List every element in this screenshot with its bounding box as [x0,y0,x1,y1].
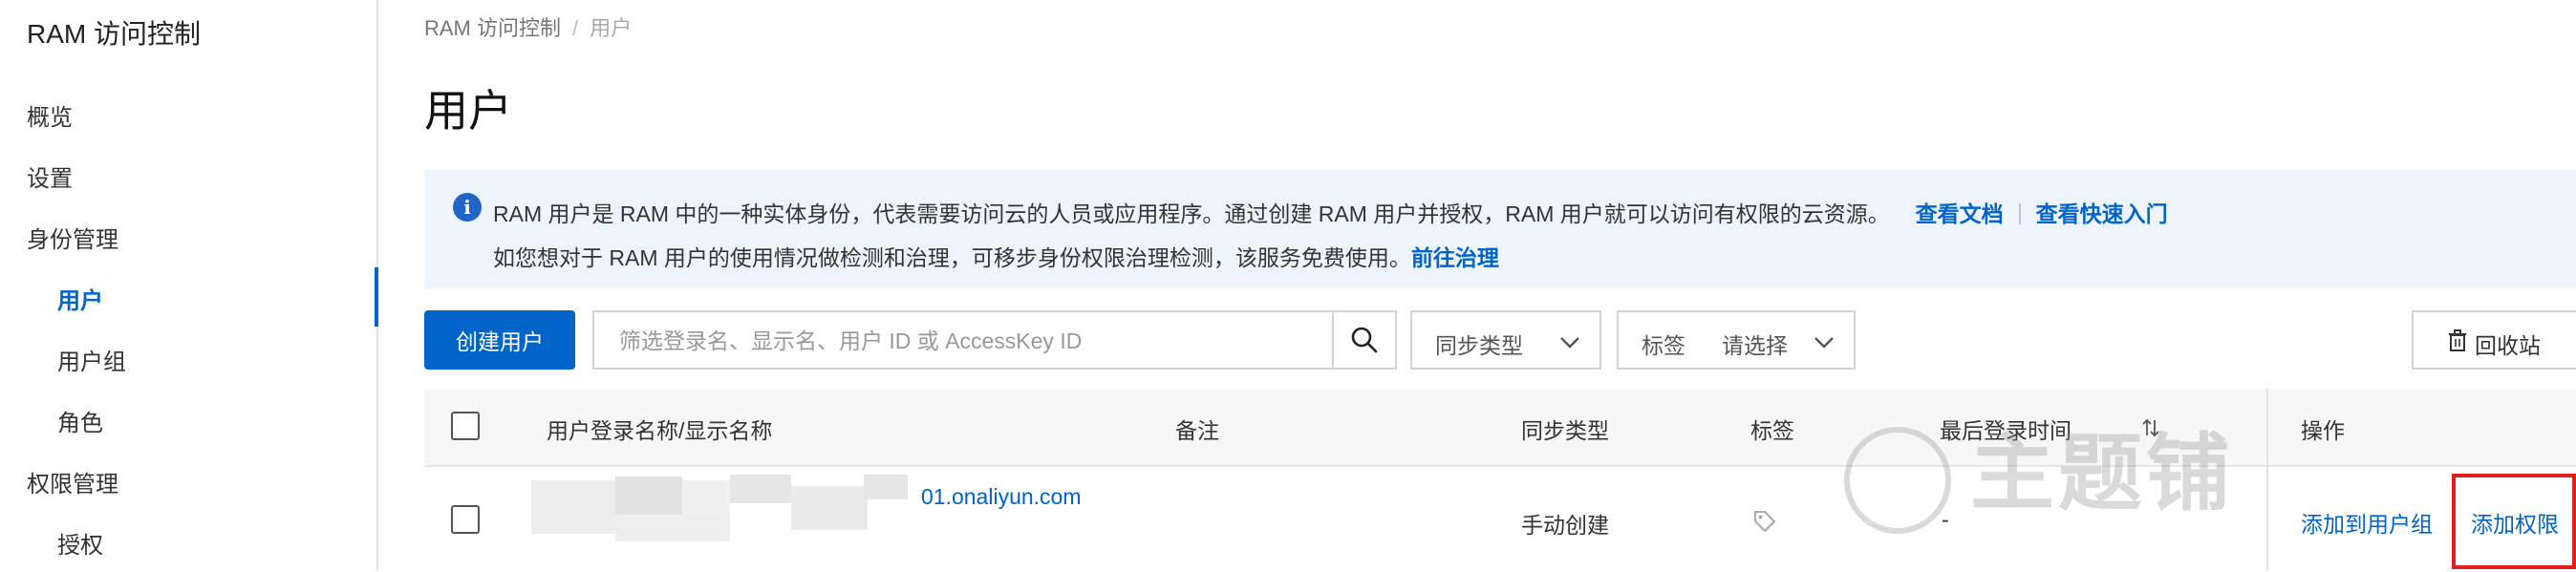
sidebar-item-users[interactable]: 用户 [57,282,103,315]
tag-select[interactable]: 标签 请选择 [1617,310,1856,370]
watermark-logo-icon [1844,426,1951,534]
notice-text-2: 如您想对于 RAM 用户的使用情况做检测和治理，可移步身份权限治理检测，该服务免… [493,245,1411,270]
sidebar-item-roles[interactable]: 角色 [57,404,103,437]
search-button[interactable] [1332,312,1395,368]
sidebar-item-identity-management[interactable]: 身份管理 [27,221,118,254]
search-box [592,310,1397,370]
link-divider [2018,203,2021,224]
column-header-tags: 标签 [1750,418,1794,443]
governance-link[interactable]: 前往治理 [1411,245,1499,270]
sidebar-item-permission-management[interactable]: 权限管理 [27,465,118,498]
search-input[interactable] [596,314,1347,368]
create-user-button[interactable]: 创建用户 [424,310,575,370]
sidebar: RAM 访问控制 概览 设置 身份管理 用户 用户组 角色 权限管理 授权 [0,0,378,571]
quickstart-link[interactable]: 查看快速入门 [2036,201,2168,226]
column-header-remark: 备注 [1175,418,1219,443]
tag-filter-value: 请选择 [1722,333,1788,358]
trash-icon [2449,329,2466,351]
user-login-name-link[interactable]: 01.onaliyun.com [921,484,1082,510]
sync-type-cell: 手动创建 [1521,513,1609,538]
redacted-username [864,475,908,499]
breadcrumb-root[interactable]: RAM 访问控制 [424,16,561,40]
notice-line-1: RAM 用户是 RAM 中的一种实体身份，代表需要访问云的人员或应用程序。通过创… [493,196,2168,228]
highlight-annotation-box [2452,474,2576,569]
sync-type-select[interactable]: 同步类型 [1410,310,1601,370]
page-title: 用户 [424,86,512,136]
watermark-text: 主题铺 [1970,426,2235,520]
sidebar-item-user-groups[interactable]: 用户组 [57,343,126,376]
info-notice: i RAM 用户是 RAM 中的一种实体身份，代表需要访问云的人员或应用程序。通… [424,170,2576,288]
watermark: 主题铺 [1844,406,2234,534]
notice-text-1: RAM 用户是 RAM 中的一种实体身份，代表需要访问云的人员或应用程序。通过创… [493,201,1890,226]
tag-filter-label: 标签 [1642,333,1685,358]
redacted-username [531,480,617,534]
info-icon: i [453,193,482,222]
redacted-username [615,477,682,515]
sidebar-title: RAM 访问控制 [27,19,202,49]
chevron-down-icon [1814,337,1834,349]
column-header-actions: 操作 [2301,418,2345,443]
table-row: 01.onaliyun.com 手动创建 - [424,467,2576,572]
search-icon [1351,327,1378,353]
add-to-user-group-link[interactable]: 添加到用户组 [2301,506,2433,539]
chevron-down-icon [1560,337,1579,349]
main-content: RAM 访问控制 / 用户 用户 i RAM 用户是 RAM 中的一种实体身份，代表… [378,0,2576,572]
breadcrumb-separator: / [572,16,579,40]
redacted-username [791,486,868,530]
column-header-login-name: 用户登录名称/显示名称 [547,418,773,443]
select-all-checkbox[interactable] [451,412,480,440]
table-header: 用户登录名称/显示名称 备注 同步类型 标签 最后登录时间 操作 [424,389,2576,467]
sidebar-item-grants[interactable]: 授权 [57,526,103,560]
view-docs-link[interactable]: 查看文档 [1916,201,2004,226]
column-header-sync-type: 同步类型 [1521,418,1609,443]
breadcrumb-current: 用户 [590,16,633,40]
sidebar-item-settings[interactable]: 设置 [27,159,73,193]
fixed-column-divider [2266,389,2268,571]
recycle-bin-button[interactable]: 回收站 [2412,310,2576,370]
sidebar-item-overview[interactable]: 概览 [27,98,73,132]
sync-type-label: 同步类型 [1435,333,1523,358]
redacted-username [615,515,730,541]
redacted-username [730,475,791,503]
breadcrumb: RAM 访问控制 / 用户 [424,11,632,42]
notice-line-2: 如您想对于 RAM 用户的使用情况做检测和治理，可移步身份权限治理检测，该服务免… [493,240,1499,272]
recycle-bin-label: 回收站 [2475,333,2541,358]
row-checkbox[interactable] [451,505,480,534]
tag-icon [1754,511,1775,532]
